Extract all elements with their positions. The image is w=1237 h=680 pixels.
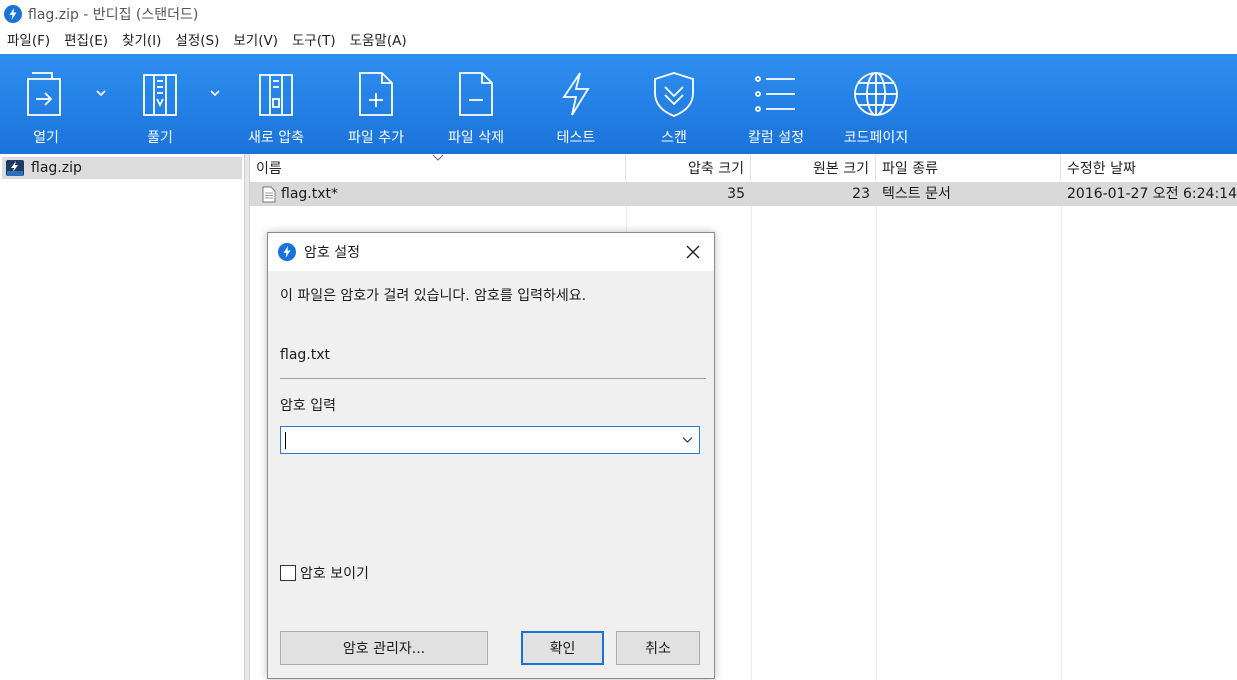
title-bar: flag.zip - 반디집 (스탠더드) [0, 0, 1237, 28]
open-archive-icon [27, 72, 61, 116]
list-icon [755, 76, 795, 112]
column-settings-label: 칼럼 설정 [748, 130, 804, 146]
bandizip-window: flag.zip - 반디집 (스탠더드) 파일(F) 편집(E) 찾기(I) … [0, 0, 1237, 680]
menu-view[interactable]: 보기(V) [226, 28, 285, 54]
tree-item-archive[interactable]: flag.zip [2, 157, 242, 179]
add-file-label: 파일 추가 [348, 130, 404, 146]
text-caret [285, 432, 286, 449]
column-divider [751, 181, 752, 680]
row-modified: 2016-01-27 오전 6:24:14 [1067, 186, 1237, 202]
menu-bar: 파일(F) 편집(E) 찾기(I) 설정(S) 보기(V) 도구(T) 도움말(… [0, 28, 1237, 54]
scan-button[interactable]: 스캔 [646, 54, 702, 154]
column-header-original-size[interactable]: 원본 크기 [751, 154, 876, 181]
lightning-icon [562, 72, 590, 116]
password-label: 암호 입력 [280, 398, 336, 414]
bandizip-logo-icon [278, 243, 296, 261]
zip-file-icon [6, 160, 24, 176]
row-file-type: 텍스트 문서 [882, 186, 951, 202]
new-archive-icon [259, 74, 293, 116]
column-header-file-type[interactable]: 파일 종류 [876, 154, 1061, 181]
menu-help[interactable]: 도움말(A) [343, 28, 414, 54]
delete-file-button[interactable]: 파일 삭제 [440, 54, 512, 154]
chevron-down-icon[interactable] [682, 436, 693, 444]
bandizip-logo-icon [4, 5, 22, 23]
tree-item-label: flag.zip [31, 160, 82, 176]
dialog-title-bar: 암호 설정 [268, 233, 714, 271]
menu-tools[interactable]: 도구(T) [285, 28, 343, 54]
add-file-icon [359, 72, 393, 116]
test-label: 테스트 [556, 130, 596, 146]
new-archive-button[interactable]: 새로 압축 [240, 54, 312, 154]
delete-file-icon [459, 72, 493, 116]
row-packed-size: 35 [727, 186, 745, 202]
show-password-checkbox[interactable] [280, 565, 296, 581]
column-header-modified[interactable]: 수정한 날짜 [1061, 154, 1237, 181]
folder-tree: flag.zip [0, 154, 244, 680]
extract-button[interactable]: 풀기 [132, 54, 188, 154]
text-file-icon [262, 186, 276, 202]
test-button[interactable]: 테스트 [548, 54, 604, 154]
menu-find[interactable]: 찾기(I) [115, 28, 168, 54]
column-settings-button[interactable]: 칼럼 설정 [740, 54, 812, 154]
extract-dropdown-icon[interactable] [208, 86, 222, 100]
menu-settings[interactable]: 설정(S) [168, 28, 226, 54]
column-divider [876, 181, 877, 680]
menu-file[interactable]: 파일(F) [0, 28, 57, 54]
shield-icon [654, 72, 694, 117]
dialog-title: 암호 설정 [304, 245, 360, 261]
window-title: flag.zip - 반디집 (스탠더드) [28, 7, 199, 23]
codepage-label: 코드페이지 [843, 130, 909, 146]
row-name: flag.txt* [281, 186, 338, 202]
password-input[interactable] [280, 426, 700, 454]
column-header-packed-size[interactable]: 압축 크기 [626, 154, 751, 181]
close-icon[interactable] [684, 243, 702, 261]
show-password-toggle[interactable]: 암호 보이기 [280, 563, 369, 583]
dialog-message: 이 파일은 암호가 걸려 있습니다. 암호를 입력하세요. [280, 288, 587, 304]
cancel-button[interactable]: 취소 [616, 631, 700, 665]
show-password-label: 암호 보이기 [300, 566, 369, 582]
dialog-file-name: flag.txt [280, 347, 330, 363]
codepage-button[interactable]: 코드페이지 [838, 54, 914, 154]
menu-edit[interactable]: 편집(E) [57, 28, 115, 54]
extract-zipper-icon [143, 74, 177, 116]
extract-label: 풀기 [147, 130, 173, 146]
open-button[interactable]: 열기 [18, 54, 74, 154]
toolbar: 열기 풀기 새로 압축 파일 추가 파일 삭제 테스트 스캔 칼럼 설정 코드페… [0, 54, 1237, 154]
open-dropdown-icon[interactable] [94, 86, 108, 100]
password-dialog: 암호 설정 이 파일은 암호가 걸려 있습니다. 암호를 입력하세요. flag… [267, 232, 715, 679]
delete-file-label: 파일 삭제 [448, 130, 504, 146]
column-divider [1061, 181, 1062, 680]
globe-icon [854, 72, 898, 116]
ok-button[interactable]: 확인 [521, 631, 604, 665]
scan-label: 스캔 [661, 130, 687, 146]
column-header-name[interactable]: 이름 [250, 154, 626, 181]
row-original-size: 23 [852, 186, 870, 202]
table-row[interactable]: flag.txt* 35 23 텍스트 문서 2016-01-27 오전 6:2… [250, 182, 1237, 206]
row-name-cell: flag.txt* [256, 182, 626, 206]
password-manager-button[interactable]: 암호 관리자... [280, 631, 488, 665]
new-archive-label: 새로 압축 [248, 130, 304, 146]
dialog-separator [280, 378, 706, 379]
add-file-button[interactable]: 파일 추가 [340, 54, 412, 154]
open-label: 열기 [33, 130, 59, 146]
